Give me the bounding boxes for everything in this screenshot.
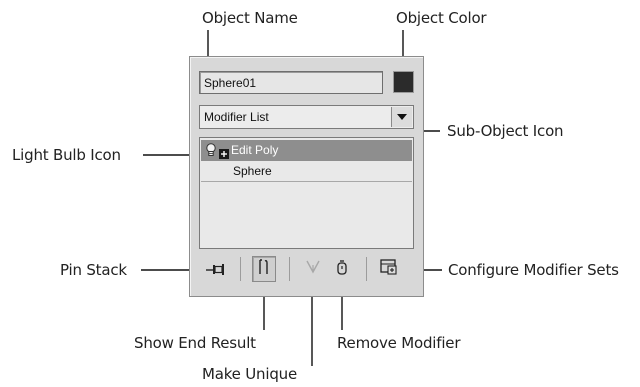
chevron-down-icon[interactable] [391, 107, 412, 127]
callout-object-color: Object Color [396, 9, 487, 27]
callout-remove-modifier: Remove Modifier [337, 334, 461, 352]
stack-item-label: Edit Poly [231, 143, 279, 157]
remove-modifier-icon [336, 259, 348, 279]
modifier-list-dropdown[interactable]: Modifier List [199, 105, 414, 129]
stack-item-sphere[interactable]: Sphere [201, 162, 412, 182]
pin-stack-button[interactable] [203, 256, 227, 282]
callout-pin-stack: Pin Stack [60, 261, 127, 279]
modifier-stack-list: Edit Poly Sphere [199, 137, 414, 249]
make-unique-icon [305, 259, 321, 279]
callout-make-unique: Make Unique [202, 365, 297, 383]
callout-light-bulb-icon: Light Bulb Icon [12, 146, 121, 164]
stack-item-edit-poly[interactable]: Edit Poly [201, 140, 412, 161]
object-color-swatch[interactable] [393, 71, 414, 93]
toolbar-separator [240, 257, 241, 281]
callout-object-name: Object Name [202, 9, 298, 27]
configure-modifier-sets-button[interactable] [377, 256, 401, 282]
object-name-field[interactable]: Sphere01 [199, 71, 383, 94]
toolbar-separator [366, 257, 367, 281]
show-end-result-icon [258, 259, 270, 279]
callout-show-end-result: Show End Result [134, 334, 256, 352]
pin-icon [205, 260, 225, 279]
stack-item-label: Sphere [233, 164, 272, 178]
callout-configure-modifier-sets: Configure Modifier Sets [448, 261, 619, 279]
remove-modifier-button[interactable] [330, 256, 354, 282]
toolbar-separator [289, 257, 290, 281]
configure-modifier-sets-icon [380, 259, 398, 279]
show-end-result-button[interactable] [252, 256, 276, 282]
make-unique-button[interactable] [301, 256, 325, 282]
callout-sub-object-icon: Sub-Object Icon [447, 122, 564, 140]
modifier-list-label: Modifier List [204, 110, 269, 124]
